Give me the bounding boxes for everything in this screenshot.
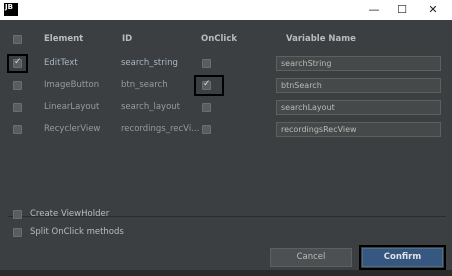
select-all-checkbox[interactable] (13, 35, 22, 44)
row-element: ImageButton (44, 80, 100, 90)
row-id: search_layout (121, 102, 181, 112)
row-id: search_string (121, 58, 178, 68)
split-onclick-label: Split OnClick methods (30, 227, 124, 237)
row-element: EditText (44, 58, 78, 68)
title-bar: JB — ☐ ✕ (0, 0, 452, 20)
maximize-button[interactable]: ☐ (387, 0, 417, 20)
create-viewholder-label: Create ViewHolder (30, 209, 110, 219)
row-id: btn_search (121, 80, 168, 90)
row-select-checkbox[interactable] (13, 81, 22, 90)
row-select-checkbox[interactable] (13, 57, 22, 68)
close-button[interactable]: ✕ (418, 0, 448, 20)
row-element: LinearLayout (44, 102, 100, 112)
row-id: recordings_recVi... (121, 124, 200, 134)
row-element: RecyclerView (44, 124, 101, 134)
create-viewholder-checkbox[interactable] (13, 210, 22, 219)
row-onclick-checkbox[interactable] (202, 59, 211, 68)
row-select-checkbox[interactable] (13, 125, 22, 134)
app-icon: JB (4, 3, 18, 16)
row-variable-field[interactable]: searchLayout (276, 100, 441, 115)
header-id: ID (122, 34, 133, 44)
row-variable-field[interactable]: btnSearch (276, 78, 441, 93)
row-variable-field[interactable]: recordingsRecView (276, 122, 441, 137)
taskbar-strip (0, 270, 452, 276)
header-onclick: OnClick (201, 34, 238, 44)
row-onclick-checkbox[interactable] (202, 125, 211, 134)
confirm-button[interactable]: Confirm (362, 248, 443, 267)
row-onclick-checkbox[interactable] (202, 79, 211, 90)
split-onclick-checkbox[interactable] (13, 228, 22, 237)
header-element: Element (44, 34, 84, 44)
cancel-button[interactable]: Cancel (270, 248, 352, 267)
row-variable-field[interactable]: searchString (276, 56, 441, 71)
row-select-checkbox[interactable] (13, 103, 22, 112)
dialog-content: Element ID OnClick Variable Name EditTex… (0, 20, 452, 276)
header-variable-name: Variable Name (286, 34, 356, 44)
row-onclick-checkbox[interactable] (202, 103, 211, 112)
minimize-button[interactable]: — (359, 0, 389, 20)
